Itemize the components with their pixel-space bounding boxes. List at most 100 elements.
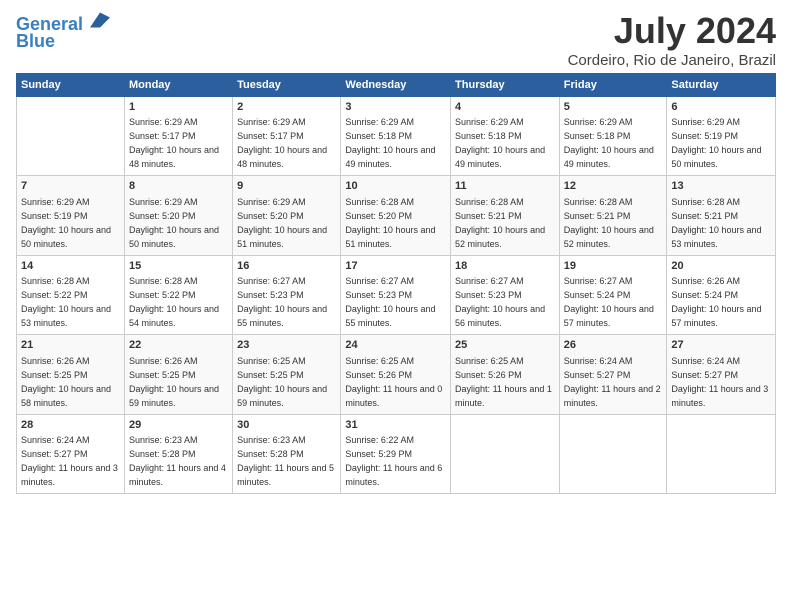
calendar-cell: 16 Sunrise: 6:27 AMSunset: 5:23 PMDaylig… xyxy=(233,255,341,334)
col-thursday: Thursday xyxy=(451,74,560,97)
day-info: Sunrise: 6:28 AMSunset: 5:22 PMDaylight:… xyxy=(129,276,219,328)
day-info: Sunrise: 6:29 AMSunset: 5:18 PMDaylight:… xyxy=(345,117,435,169)
day-info: Sunrise: 6:29 AMSunset: 5:18 PMDaylight:… xyxy=(455,117,545,169)
day-number: 24 xyxy=(345,338,446,353)
day-number: 22 xyxy=(129,338,228,353)
day-info: Sunrise: 6:29 AMSunset: 5:19 PMDaylight:… xyxy=(21,197,111,249)
logo-icon xyxy=(90,10,110,30)
calendar-cell: 9 Sunrise: 6:29 AMSunset: 5:20 PMDayligh… xyxy=(233,176,341,255)
col-monday: Monday xyxy=(124,74,232,97)
calendar-header-row: Sunday Monday Tuesday Wednesday Thursday… xyxy=(17,74,776,97)
header: General Blue July 2024 Cordeiro, Rio de … xyxy=(16,10,776,69)
day-info: Sunrise: 6:25 AMSunset: 5:25 PMDaylight:… xyxy=(237,356,327,408)
col-tuesday: Tuesday xyxy=(233,74,341,97)
day-number: 16 xyxy=(237,259,336,274)
day-number: 8 xyxy=(129,179,228,194)
day-info: Sunrise: 6:24 AMSunset: 5:27 PMDaylight:… xyxy=(564,356,661,408)
calendar-cell: 1 Sunrise: 6:29 AMSunset: 5:17 PMDayligh… xyxy=(124,97,232,176)
calendar-week-row: 7 Sunrise: 6:29 AMSunset: 5:19 PMDayligh… xyxy=(17,176,776,255)
day-info: Sunrise: 6:26 AMSunset: 5:25 PMDaylight:… xyxy=(21,356,111,408)
col-friday: Friday xyxy=(559,74,667,97)
day-info: Sunrise: 6:29 AMSunset: 5:19 PMDaylight:… xyxy=(671,117,761,169)
day-info: Sunrise: 6:25 AMSunset: 5:26 PMDaylight:… xyxy=(345,356,442,408)
calendar-cell: 11 Sunrise: 6:28 AMSunset: 5:21 PMDaylig… xyxy=(451,176,560,255)
calendar-cell: 13 Sunrise: 6:28 AMSunset: 5:21 PMDaylig… xyxy=(667,176,776,255)
calendar-cell: 29 Sunrise: 6:23 AMSunset: 5:28 PMDaylig… xyxy=(124,414,232,493)
calendar-cell: 21 Sunrise: 6:26 AMSunset: 5:25 PMDaylig… xyxy=(17,335,125,414)
calendar-cell: 10 Sunrise: 6:28 AMSunset: 5:20 PMDaylig… xyxy=(341,176,451,255)
day-number: 17 xyxy=(345,259,446,274)
calendar-cell: 22 Sunrise: 6:26 AMSunset: 5:25 PMDaylig… xyxy=(124,335,232,414)
calendar-cell: 8 Sunrise: 6:29 AMSunset: 5:20 PMDayligh… xyxy=(124,176,232,255)
calendar-week-row: 1 Sunrise: 6:29 AMSunset: 5:17 PMDayligh… xyxy=(17,97,776,176)
calendar-cell: 5 Sunrise: 6:29 AMSunset: 5:18 PMDayligh… xyxy=(559,97,667,176)
day-info: Sunrise: 6:27 AMSunset: 5:24 PMDaylight:… xyxy=(564,276,654,328)
calendar-cell xyxy=(17,97,125,176)
calendar-week-row: 14 Sunrise: 6:28 AMSunset: 5:22 PMDaylig… xyxy=(17,255,776,334)
title-block: July 2024 Cordeiro, Rio de Janeiro, Braz… xyxy=(568,10,776,69)
page-container: General Blue July 2024 Cordeiro, Rio de … xyxy=(0,0,792,504)
day-info: Sunrise: 6:26 AMSunset: 5:25 PMDaylight:… xyxy=(129,356,219,408)
calendar-cell: 30 Sunrise: 6:23 AMSunset: 5:28 PMDaylig… xyxy=(233,414,341,493)
day-info: Sunrise: 6:24 AMSunset: 5:27 PMDaylight:… xyxy=(21,435,118,487)
day-number: 28 xyxy=(21,418,120,433)
calendar-cell: 26 Sunrise: 6:24 AMSunset: 5:27 PMDaylig… xyxy=(559,335,667,414)
calendar-cell: 7 Sunrise: 6:29 AMSunset: 5:19 PMDayligh… xyxy=(17,176,125,255)
day-number: 5 xyxy=(564,100,663,115)
day-number: 3 xyxy=(345,100,446,115)
day-info: Sunrise: 6:29 AMSunset: 5:20 PMDaylight:… xyxy=(129,197,219,249)
day-info: Sunrise: 6:29 AMSunset: 5:18 PMDaylight:… xyxy=(564,117,654,169)
day-number: 18 xyxy=(455,259,555,274)
calendar-cell: 23 Sunrise: 6:25 AMSunset: 5:25 PMDaylig… xyxy=(233,335,341,414)
calendar-cell: 6 Sunrise: 6:29 AMSunset: 5:19 PMDayligh… xyxy=(667,97,776,176)
day-number: 23 xyxy=(237,338,336,353)
day-number: 14 xyxy=(21,259,120,274)
col-wednesday: Wednesday xyxy=(341,74,451,97)
day-number: 12 xyxy=(564,179,663,194)
day-number: 31 xyxy=(345,418,446,433)
calendar-cell: 18 Sunrise: 6:27 AMSunset: 5:23 PMDaylig… xyxy=(451,255,560,334)
day-number: 6 xyxy=(671,100,771,115)
day-info: Sunrise: 6:28 AMSunset: 5:21 PMDaylight:… xyxy=(455,197,545,249)
day-number: 25 xyxy=(455,338,555,353)
day-info: Sunrise: 6:25 AMSunset: 5:26 PMDaylight:… xyxy=(455,356,552,408)
calendar-cell xyxy=(559,414,667,493)
calendar-cell: 12 Sunrise: 6:28 AMSunset: 5:21 PMDaylig… xyxy=(559,176,667,255)
day-info: Sunrise: 6:29 AMSunset: 5:17 PMDaylight:… xyxy=(237,117,327,169)
day-number: 30 xyxy=(237,418,336,433)
day-number: 27 xyxy=(671,338,771,353)
calendar-cell: 31 Sunrise: 6:22 AMSunset: 5:29 PMDaylig… xyxy=(341,414,451,493)
calendar-cell: 17 Sunrise: 6:27 AMSunset: 5:23 PMDaylig… xyxy=(341,255,451,334)
day-number: 10 xyxy=(345,179,446,194)
calendar-cell: 2 Sunrise: 6:29 AMSunset: 5:17 PMDayligh… xyxy=(233,97,341,176)
day-number: 7 xyxy=(21,179,120,194)
calendar-cell xyxy=(667,414,776,493)
day-info: Sunrise: 6:22 AMSunset: 5:29 PMDaylight:… xyxy=(345,435,442,487)
day-info: Sunrise: 6:24 AMSunset: 5:27 PMDaylight:… xyxy=(671,356,768,408)
calendar-cell: 3 Sunrise: 6:29 AMSunset: 5:18 PMDayligh… xyxy=(341,97,451,176)
calendar-cell: 24 Sunrise: 6:25 AMSunset: 5:26 PMDaylig… xyxy=(341,335,451,414)
month-title: July 2024 xyxy=(568,10,776,52)
location-title: Cordeiro, Rio de Janeiro, Brazil xyxy=(568,52,776,69)
day-info: Sunrise: 6:27 AMSunset: 5:23 PMDaylight:… xyxy=(345,276,435,328)
logo: General Blue xyxy=(16,10,110,52)
day-number: 20 xyxy=(671,259,771,274)
calendar-cell: 15 Sunrise: 6:28 AMSunset: 5:22 PMDaylig… xyxy=(124,255,232,334)
day-info: Sunrise: 6:26 AMSunset: 5:24 PMDaylight:… xyxy=(671,276,761,328)
calendar-cell: 28 Sunrise: 6:24 AMSunset: 5:27 PMDaylig… xyxy=(17,414,125,493)
calendar-cell xyxy=(451,414,560,493)
day-number: 15 xyxy=(129,259,228,274)
calendar-cell: 20 Sunrise: 6:26 AMSunset: 5:24 PMDaylig… xyxy=(667,255,776,334)
day-number: 29 xyxy=(129,418,228,433)
day-number: 19 xyxy=(564,259,663,274)
day-info: Sunrise: 6:23 AMSunset: 5:28 PMDaylight:… xyxy=(129,435,226,487)
day-info: Sunrise: 6:28 AMSunset: 5:22 PMDaylight:… xyxy=(21,276,111,328)
day-number: 2 xyxy=(237,100,336,115)
day-info: Sunrise: 6:28 AMSunset: 5:20 PMDaylight:… xyxy=(345,197,435,249)
calendar-cell: 19 Sunrise: 6:27 AMSunset: 5:24 PMDaylig… xyxy=(559,255,667,334)
calendar-cell: 14 Sunrise: 6:28 AMSunset: 5:22 PMDaylig… xyxy=(17,255,125,334)
calendar-cell: 25 Sunrise: 6:25 AMSunset: 5:26 PMDaylig… xyxy=(451,335,560,414)
day-number: 11 xyxy=(455,179,555,194)
day-info: Sunrise: 6:28 AMSunset: 5:21 PMDaylight:… xyxy=(671,197,761,249)
calendar-table: Sunday Monday Tuesday Wednesday Thursday… xyxy=(16,73,776,494)
